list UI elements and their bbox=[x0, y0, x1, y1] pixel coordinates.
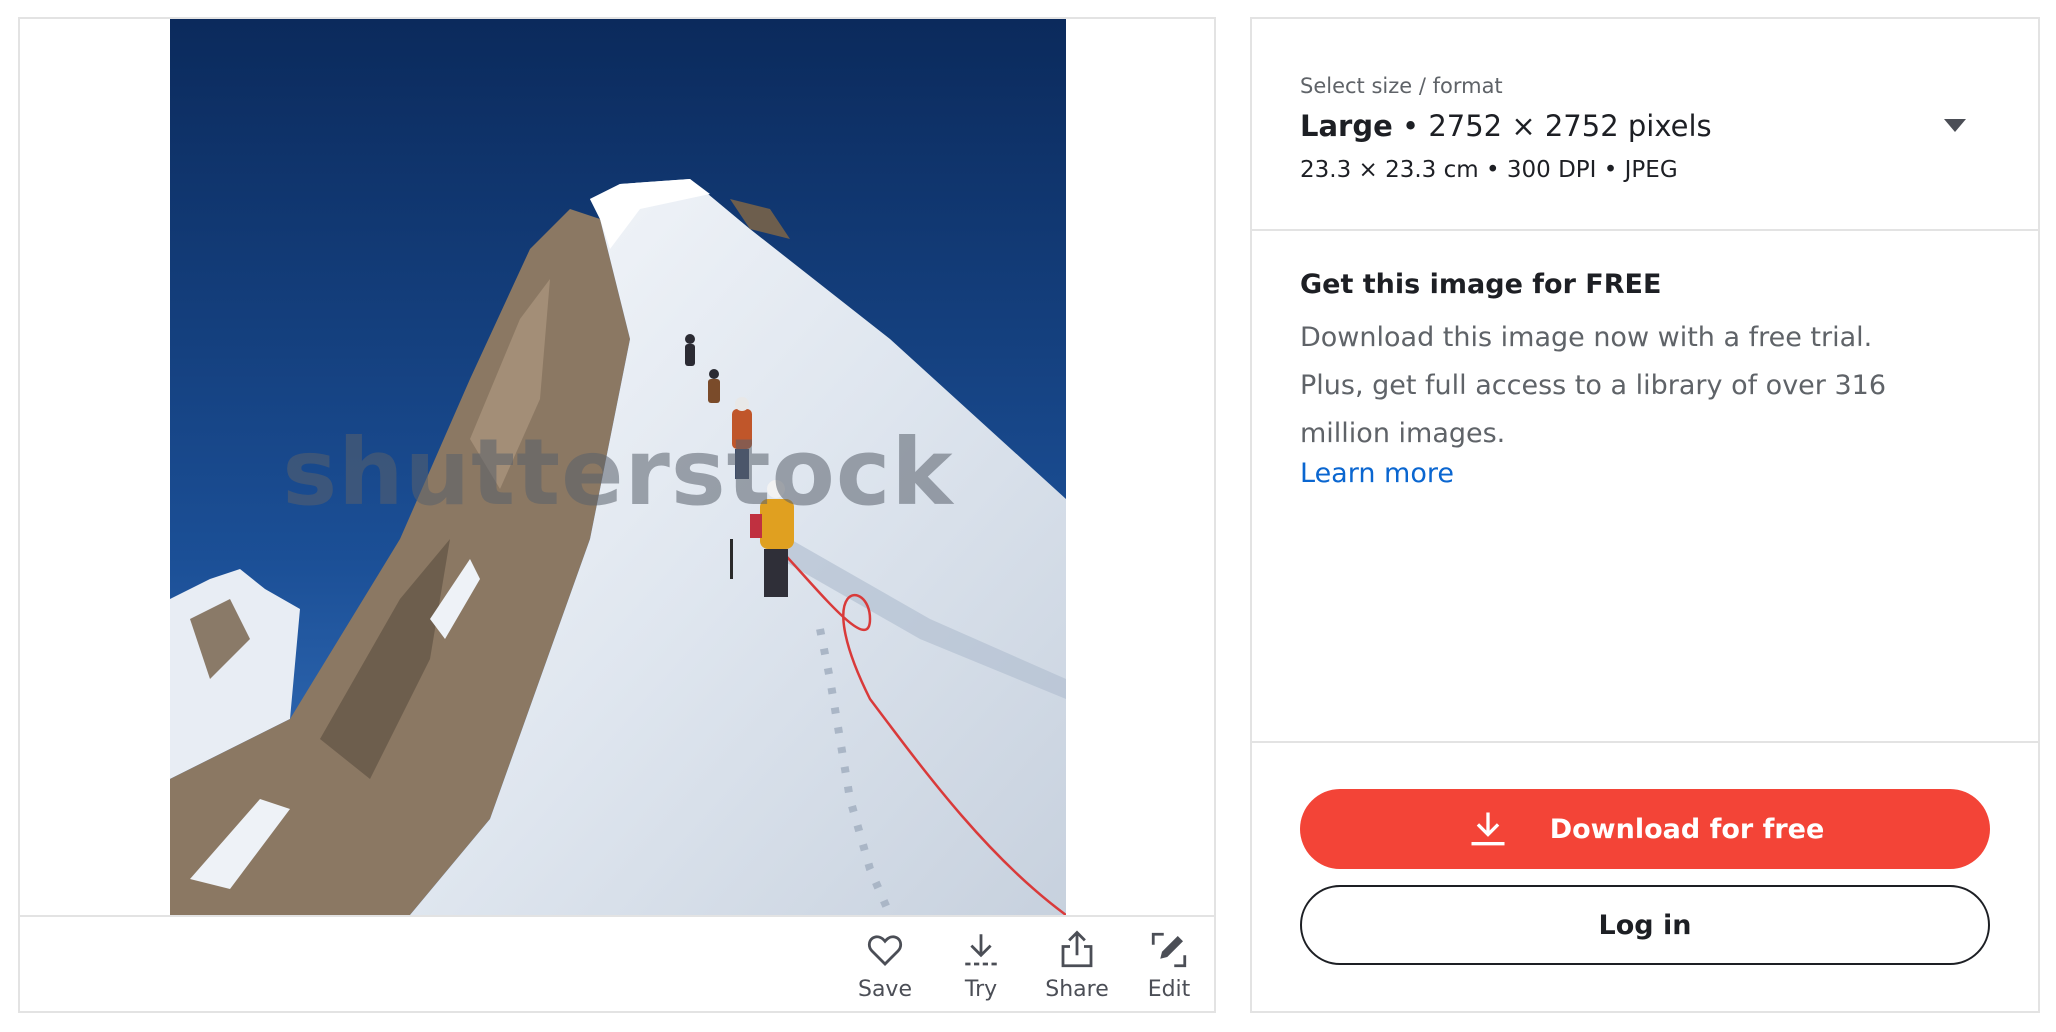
selected-size: Large • 2752 × 2752 pixels bbox=[1300, 109, 1712, 143]
size-detail: 23.3 × 23.3 cm • 300 DPI • JPEG bbox=[1300, 157, 1678, 183]
promo-text: Download this image now with a free tria… bbox=[1300, 322, 1887, 449]
chevron-down-icon[interactable] bbox=[1944, 119, 1966, 132]
size-name: Large bbox=[1300, 109, 1393, 143]
purchase-panel: Select size / format Large • 2752 × 2752… bbox=[1250, 17, 2040, 1013]
edit-label: Edit bbox=[1147, 977, 1191, 1002]
image-action-bar: Save Try Share Edit bbox=[20, 915, 1214, 1013]
size-selector-label: Select size / format bbox=[1300, 74, 1503, 98]
heart-icon bbox=[867, 935, 903, 966]
download-icon bbox=[1471, 812, 1505, 846]
save-button[interactable]: Save bbox=[840, 929, 930, 1009]
try-button[interactable]: Try bbox=[936, 929, 1026, 1009]
size-dimensions: • 2752 × 2752 pixels bbox=[1392, 109, 1712, 143]
promo-title: Get this image for FREE bbox=[1300, 269, 1662, 300]
save-label: Save bbox=[857, 977, 912, 1002]
log-in-button[interactable]: Log in bbox=[1300, 885, 1990, 965]
try-label: Try bbox=[964, 977, 998, 1002]
download-for-free-button[interactable]: Download for free bbox=[1300, 789, 1990, 869]
share-button[interactable]: Share bbox=[1032, 929, 1122, 1009]
share-label: Share bbox=[1045, 977, 1109, 1002]
download-icon bbox=[965, 934, 997, 966]
cta-section: Download for free Log in bbox=[1252, 741, 2038, 1013]
share-icon bbox=[1061, 930, 1093, 968]
image-preview-card: shutterstock Save Try Share Edit bbox=[18, 17, 1216, 1013]
download-button-label: Download for free bbox=[1549, 813, 1825, 845]
free-trial-promo: Get this image for FREE Download this im… bbox=[1300, 269, 2000, 489]
watermark: shutterstock bbox=[282, 419, 954, 526]
edit-button[interactable]: Edit bbox=[1124, 929, 1214, 1009]
size-format-selector[interactable]: Select size / format Large • 2752 × 2752… bbox=[1252, 19, 2038, 231]
login-button-label: Log in bbox=[1598, 909, 1692, 941]
stock-photo[interactable]: shutterstock bbox=[170, 19, 1066, 915]
learn-more-link[interactable]: Learn more bbox=[1300, 458, 1454, 489]
edit-icon bbox=[1151, 932, 1187, 968]
